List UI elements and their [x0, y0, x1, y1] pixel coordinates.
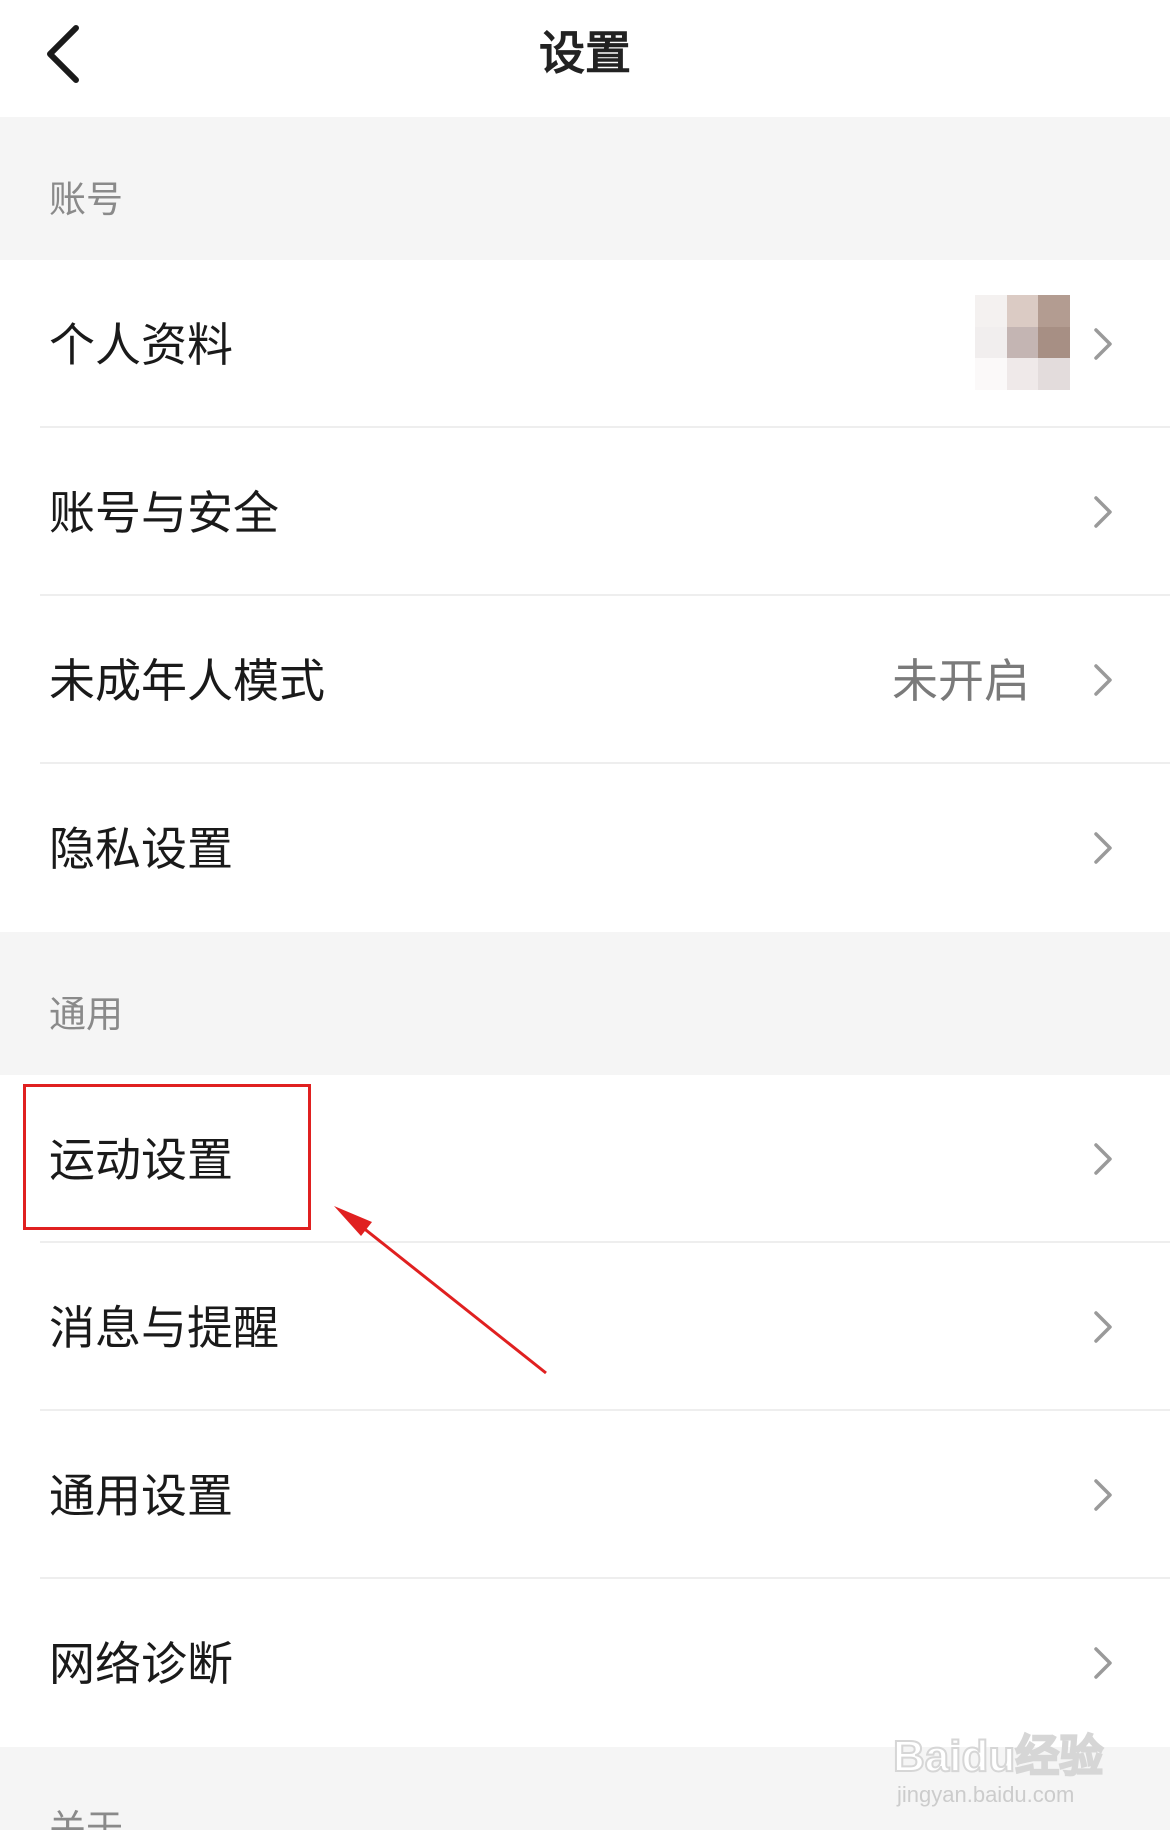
chevron-right-icon: [1094, 1647, 1112, 1679]
section-header-general: 通用: [0, 932, 1170, 1075]
chevron-right-icon: [1094, 1143, 1112, 1175]
row-label: 账号与安全: [49, 486, 279, 540]
row-sport-settings[interactable]: 运动设置: [0, 1075, 1170, 1243]
row-label: 运动设置: [49, 1133, 233, 1187]
chevron-right-icon: [1094, 1311, 1112, 1343]
row-minor-mode[interactable]: 未成年人模式 未开启: [0, 596, 1170, 764]
row-label: 通用设置: [49, 1469, 233, 1523]
row-messages-reminders[interactable]: 消息与提醒: [0, 1243, 1170, 1411]
chevron-right-icon: [1094, 1479, 1112, 1511]
row-general-settings[interactable]: 通用设置: [0, 1411, 1170, 1579]
section-header-account: 账号: [0, 117, 1170, 260]
chevron-right-icon: [1094, 496, 1112, 528]
row-label: 个人资料: [49, 318, 233, 372]
chevron-right-icon: [1094, 328, 1112, 360]
section-title: 账号: [49, 178, 123, 221]
row-label: 消息与提醒: [49, 1301, 279, 1355]
row-label: 隐私设置: [49, 822, 233, 876]
page-title: 设置: [539, 26, 631, 80]
row-privacy-settings[interactable]: 隐私设置: [0, 764, 1170, 932]
row-profile[interactable]: 个人资料: [0, 260, 1170, 428]
section-title: 通用: [49, 993, 123, 1036]
row-account-security[interactable]: 账号与安全: [0, 428, 1170, 596]
section-title: 关于: [49, 1807, 123, 1830]
row-network-diagnosis[interactable]: 网络诊断: [0, 1579, 1170, 1747]
row-value: 未开启: [892, 654, 1030, 708]
chevron-right-icon: [1094, 664, 1112, 696]
row-label: 网络诊断: [49, 1637, 233, 1691]
top-bar: 设置: [0, 0, 1170, 117]
section-header-about: 关于: [0, 1747, 1170, 1830]
avatar: [975, 295, 1070, 390]
chevron-right-icon: [1094, 832, 1112, 864]
row-label: 未成年人模式: [49, 654, 325, 708]
